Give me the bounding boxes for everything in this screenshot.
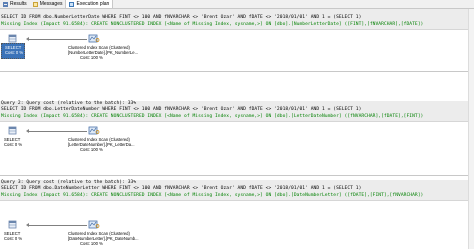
execution-plan-pane[interactable]: SELECT ID FROM dbo.NumberLetterDate WHER… [0, 9, 474, 249]
query-sql-line-1[interactable]: SELECT ID FROM dbo.NumberLetterDate WHER… [1, 15, 361, 21]
tab-execution-plan-label: Execution plan [76, 1, 110, 7]
tab-messages[interactable]: Messages [30, 0, 66, 8]
select-operator-1[interactable]: SELECT Cost: 0 % [1, 43, 25, 59]
scan-cost-2: Cost: 100 % [80, 147, 103, 152]
missing-index-line-3[interactable]: Missing Index (Impact 91.6584): CREATE N… [1, 193, 423, 199]
query-sql-line-2[interactable]: SELECT ID FROM dbo.LetterDateNumber WHER… [1, 107, 361, 113]
tab-messages-label: Messages [39, 1, 63, 7]
scan-object-1: [NumberLetterDate].[PK_NumberLe... [68, 50, 139, 55]
select-cost-2: Cost: 0 % [4, 142, 23, 147]
select-cost-1: Cost: 0 % [5, 50, 24, 55]
results-tab-bar: Results Messages Execution plan [0, 0, 474, 9]
data-flow-arrow-2 [29, 131, 87, 132]
select-cost-3: Cost: 0 % [4, 236, 23, 241]
missing-index-line-1[interactable]: Missing Index (Impact 91.6584): CREATE N… [1, 22, 423, 28]
clustered-index-scan-3[interactable]: Clustered Index Scan (Clustered) [DateNu… [68, 231, 139, 246]
select-operator-icon[interactable] [8, 220, 17, 229]
query-sql-line-3[interactable]: SELECT ID FROM dbo.DateNumberLetter WHER… [1, 186, 361, 192]
data-flow-arrow-3 [29, 225, 87, 226]
select-operator-2[interactable]: SELECT Cost: 0 % [4, 137, 22, 147]
select-operator-icon[interactable] [8, 34, 17, 43]
select-operator-icon[interactable] [8, 126, 17, 135]
tab-results-label: Results [10, 1, 27, 7]
query-divider-2 [0, 175, 474, 176]
query-divider-1 [0, 71, 474, 72]
scan-cost-3: Cost: 100 % [80, 241, 103, 246]
select-operator-3[interactable]: SELECT Cost: 0 % [4, 231, 22, 241]
results-grid-icon [3, 1, 8, 7]
execution-plan-icon [69, 1, 75, 7]
clustered-index-scan-icon[interactable] [88, 126, 100, 135]
tab-results[interactable]: Results [0, 0, 30, 8]
clustered-index-scan-icon[interactable] [88, 220, 100, 229]
data-flow-arrow-1 [29, 39, 87, 40]
messages-icon [32, 1, 38, 7]
vertical-scrollbar[interactable] [468, 9, 474, 249]
clustered-index-scan-2[interactable]: Clustered Index Scan (Clustered) [Letter… [68, 137, 135, 152]
missing-index-line-2[interactable]: Missing Index (Impact 91.6584): CREATE N… [1, 114, 423, 120]
scan-cost-1: Cost: 100 % [80, 55, 103, 60]
clustered-index-scan-icon[interactable] [88, 34, 100, 43]
clustered-index-scan-1[interactable]: Clustered Index Scan (Clustered) [Number… [68, 45, 138, 60]
scan-object-3: [DateNumberLetter].[PK_DateNumb... [68, 236, 139, 241]
tab-execution-plan[interactable]: Execution plan [65, 0, 114, 8]
